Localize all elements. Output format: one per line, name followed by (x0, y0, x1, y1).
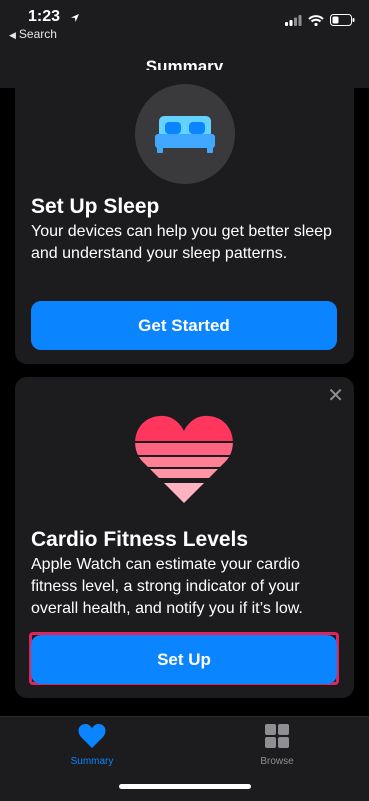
back-arrow-icon: ◀ (9, 30, 16, 40)
set-up-button[interactable]: Set Up (31, 635, 337, 684)
status-time: 1:23 (28, 8, 61, 25)
home-indicator (119, 784, 251, 789)
cardio-card-description: Apple Watch can estimate your cardio fit… (31, 556, 303, 617)
battery-icon (330, 13, 355, 31)
sleep-card-title: Set Up Sleep (31, 195, 160, 218)
tab-summary-label: Summary (70, 756, 114, 767)
cardio-card-title: Cardio Fitness Levels (31, 528, 249, 551)
wifi-icon (308, 13, 324, 31)
location-arrow-icon (70, 10, 80, 28)
cardio-card: ✕ Cardio Fitness Levels Apple Watch can … (15, 377, 354, 698)
sleep-card-description: Your devices can help you get better sle… (31, 223, 332, 262)
bed-icon (135, 84, 235, 184)
grid-icon (264, 724, 290, 753)
back-label: Search (18, 27, 57, 41)
signal-icon (285, 13, 302, 31)
status-icons (285, 13, 355, 31)
sleep-card: Set Up Sleep Your devices can help you g… (15, 70, 354, 364)
tab-browse-label: Browse (260, 756, 294, 767)
back-to-search-link[interactable]: ◀ Search (9, 27, 57, 41)
close-icon[interactable]: ✕ (327, 383, 344, 408)
tab-summary[interactable]: Summary (52, 723, 132, 767)
get-started-button[interactable]: Get Started (31, 301, 337, 350)
striped-heart-icon (134, 411, 234, 511)
heart-icon (78, 724, 106, 753)
tab-browse[interactable]: Browse (237, 723, 317, 767)
